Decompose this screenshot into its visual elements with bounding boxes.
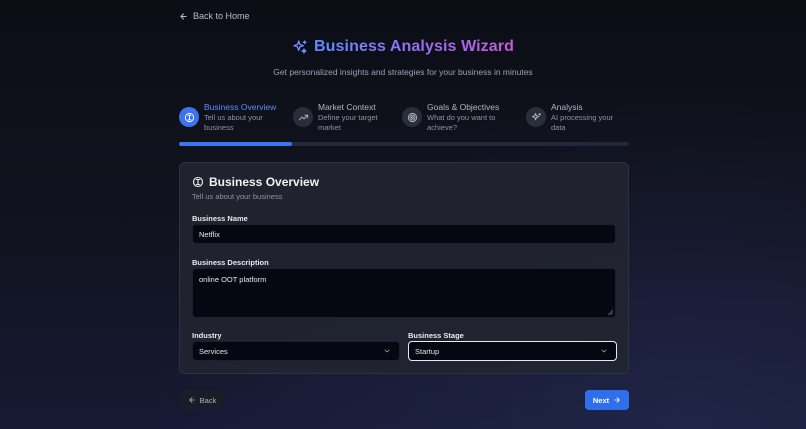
step-title: Goals & Objectives (427, 102, 500, 112)
step-circle (402, 107, 422, 127)
back-button-label: Back (199, 395, 217, 405)
sparkles-icon (531, 112, 541, 120)
step-desc: achieve? (427, 123, 458, 132)
arrow-left-icon (188, 397, 195, 403)
step-desc: What do you want to (427, 113, 496, 122)
step-circle (526, 107, 546, 127)
next-button[interactable]: Next (585, 390, 629, 410)
industry-label: Industry (192, 331, 222, 340)
step-desc: market (318, 123, 341, 132)
back-button[interactable]: Back (180, 390, 224, 410)
info-icon (184, 112, 194, 122)
step-circle (293, 107, 313, 127)
wizard-progress-bar (179, 142, 629, 146)
step-goals-objectives[interactable]: Goals & Objectives What do you want to a… (402, 102, 499, 133)
step-desc: Tell us about your (204, 113, 263, 122)
step-desc: business (204, 123, 234, 132)
page-header: Business Analysis Wizard (0, 38, 806, 56)
progress-fill (179, 142, 292, 146)
card-title: Business Overview (209, 175, 320, 189)
sparkles-icon (293, 40, 307, 54)
back-to-home-label: Back to Home (193, 11, 250, 21)
chevron-down-icon (601, 349, 607, 353)
step-title: Business Overview (204, 102, 277, 112)
step-desc: data (551, 123, 566, 132)
trending-up-icon (298, 114, 308, 120)
resize-grip-icon[interactable] (607, 309, 613, 315)
back-to-home-link[interactable]: Back to Home (179, 11, 250, 21)
business-description-label: Business Description (192, 258, 269, 267)
business-name-input[interactable]: Netflix (192, 224, 616, 244)
step-desc: AI processing your (551, 113, 614, 122)
page-title: Business Analysis Wizard (314, 38, 514, 55)
step-analysis[interactable]: Analysis AI processing your data (526, 102, 613, 133)
target-icon (407, 112, 417, 122)
next-button-label: Next (592, 395, 610, 405)
info-icon (192, 176, 204, 188)
step-desc: Define your target (318, 113, 378, 122)
business-name-label: Business Name (192, 214, 248, 223)
business-description-value: online OOT platform (199, 275, 267, 284)
step-title: Market Context (318, 102, 376, 112)
arrow-left-icon (180, 12, 187, 20)
page-subtitle: Get personalized insights and strategies… (273, 67, 533, 77)
arrow-right-icon (614, 397, 620, 403)
step-market-context[interactable]: Market Context Define your target market (293, 102, 378, 133)
business-name-value: Netflix (199, 229, 220, 239)
business-overview-card: Business Overview Tell us about your bus… (179, 162, 629, 374)
business-description-textarea[interactable]: online OOT platform (192, 268, 616, 318)
wizard-steps: Business Overview Tell us about your bus… (179, 102, 629, 138)
industry-select[interactable]: Services (192, 341, 400, 361)
industry-value: Services (199, 346, 228, 356)
business-stage-value: Startup (415, 346, 440, 356)
step-circle (179, 107, 199, 127)
card-subtitle: Tell us about your business (192, 192, 283, 201)
step-business-overview[interactable]: Business Overview Tell us about your bus… (179, 102, 276, 133)
business-stage-label: Business Stage (408, 331, 464, 340)
step-title: Analysis (551, 102, 583, 112)
chevron-down-icon (384, 349, 390, 353)
business-stage-select[interactable]: Startup (408, 341, 617, 361)
